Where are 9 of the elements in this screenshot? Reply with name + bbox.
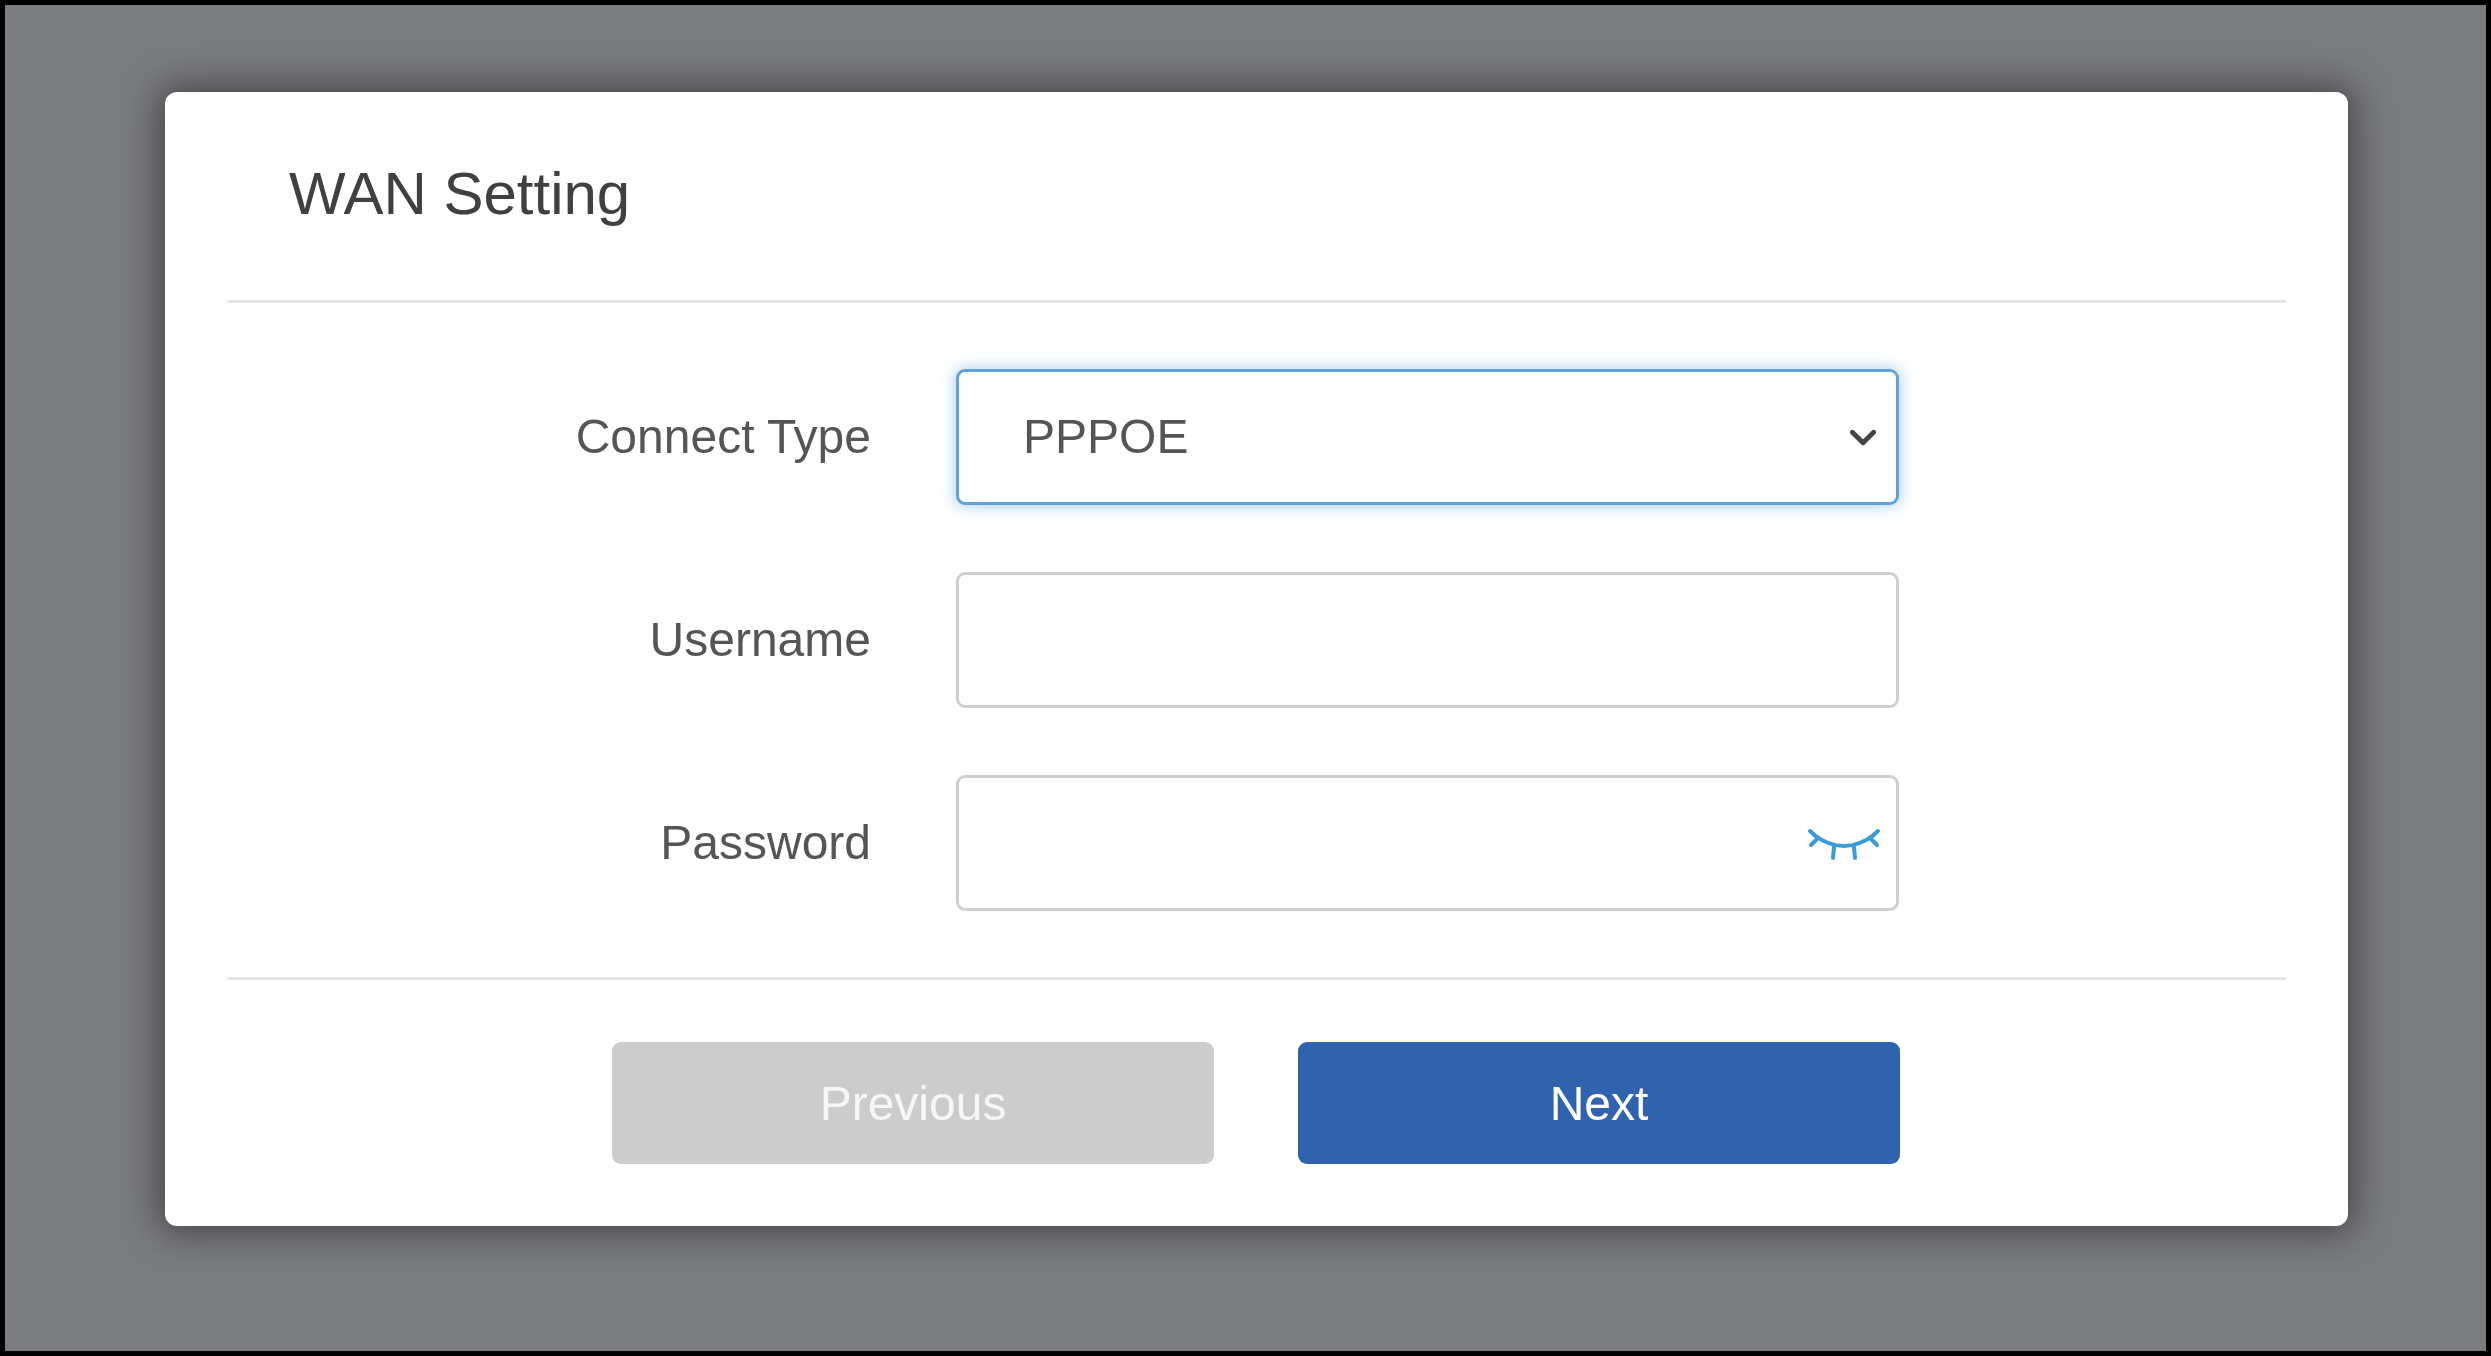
connect-type-select[interactable]: PPPOE — [956, 369, 1899, 505]
chevron-down-icon — [1850, 428, 1876, 446]
next-button[interactable]: Next — [1298, 1042, 1900, 1164]
field-label: Username — [649, 612, 871, 668]
field-label: Password — [660, 815, 871, 871]
password-field[interactable] — [956, 775, 1899, 911]
dialog-title: WAN Setting — [289, 159, 631, 229]
username-field[interactable] — [956, 572, 1899, 708]
field-label: Connect Type — [575, 409, 871, 465]
